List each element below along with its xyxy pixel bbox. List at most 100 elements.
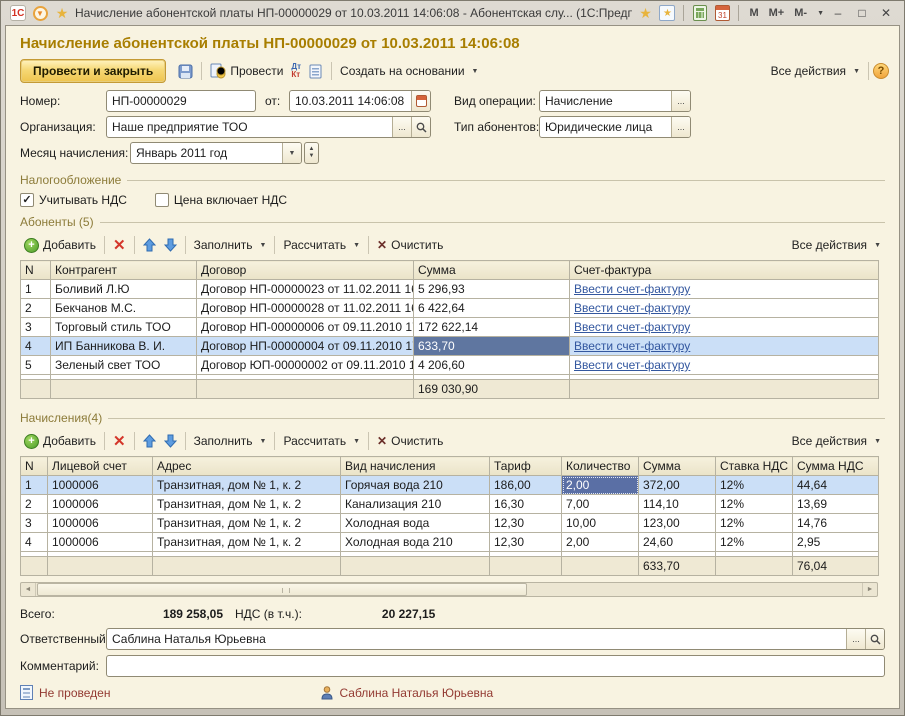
cell-tariff[interactable]: 186,00	[490, 476, 562, 495]
cell-contractor[interactable]: ИП Банникова В. И.	[51, 337, 197, 356]
add-row-button[interactable]: +Добавить	[20, 236, 100, 255]
abonent-type-select-button[interactable]: ...	[671, 117, 690, 137]
add-favorite-icon[interactable]: ★	[636, 4, 654, 22]
spin-up-icon[interactable]: ▲	[309, 146, 315, 153]
delete-row-button[interactable]: ✕	[109, 432, 130, 451]
cell-n[interactable]: 3	[21, 318, 51, 337]
delete-row-button[interactable]: ✕	[109, 236, 130, 255]
maximize-button[interactable]: □	[852, 6, 872, 20]
cell-contractor[interactable]: Боливий Л.Ю	[51, 280, 197, 299]
cell-vat-sum[interactable]: 2,95	[793, 533, 879, 552]
cell-tariff[interactable]: 12,30	[490, 514, 562, 533]
cell-qty[interactable]: 2,00	[562, 533, 639, 552]
checkbox-icon[interactable]	[155, 193, 169, 207]
responsible-search-button[interactable]	[865, 629, 884, 649]
document-register-button[interactable]	[305, 62, 327, 81]
save-button[interactable]	[174, 62, 197, 81]
all-actions-button[interactable]: Все действия▼	[767, 62, 864, 80]
column-header[interactable]: Вид начисления	[341, 457, 490, 476]
cell-type[interactable]: Канализация 210	[341, 495, 490, 514]
column-header[interactable]: Ставка НДС	[716, 457, 793, 476]
scroll-right-icon[interactable]: ►	[862, 583, 877, 596]
cell-invoice[interactable]: Ввести счет-фактуру	[570, 299, 879, 318]
cell-vat-sum[interactable]: 14,76	[793, 514, 879, 533]
move-down-button[interactable]	[160, 432, 181, 450]
horizontal-scrollbar[interactable]: ◄ ►	[20, 582, 878, 597]
cell-sum[interactable]: 172 622,14	[414, 318, 570, 337]
post-button[interactable]: Провести	[206, 61, 287, 81]
cell-qty-selected[interactable]: 2,00	[562, 476, 639, 495]
cell-tariff[interactable]: 12,30	[490, 533, 562, 552]
cell-account[interactable]: 1000006	[48, 495, 153, 514]
cell-sum[interactable]: 24,60	[639, 533, 716, 552]
vat-checkbox[interactable]: Учитывать НДС	[20, 193, 127, 207]
cell-address[interactable]: Транзитная, дом № 1, к. 2	[153, 514, 341, 533]
date-picker-button[interactable]	[411, 91, 430, 111]
invoice-link[interactable]: Ввести счет-фактуру	[574, 301, 690, 315]
column-header[interactable]: Сумма	[639, 457, 716, 476]
column-header[interactable]: N	[21, 261, 51, 280]
clear-button[interactable]: ✕Очистить	[373, 432, 447, 450]
column-header[interactable]: Тариф	[490, 457, 562, 476]
accruals-all-actions-button[interactable]: Все действия▼	[788, 432, 885, 450]
move-up-button[interactable]	[139, 236, 160, 254]
favorites-star-icon[interactable]: ★	[53, 4, 71, 22]
cell-n[interactable]: 1	[21, 476, 48, 495]
calendar-icon[interactable]: 31	[713, 4, 731, 22]
abonents-all-actions-button[interactable]: Все действия▼	[788, 236, 885, 254]
cell-n[interactable]: 1	[21, 280, 51, 299]
cell-contract[interactable]: Договор ЮП-00000002 от 09.11.2010 1...	[197, 356, 414, 375]
cell-address[interactable]: Транзитная, дом № 1, к. 2	[153, 533, 341, 552]
month-spinner[interactable]: ▲▼	[304, 142, 319, 164]
cell-contract[interactable]: Договор НП-00000004 от 09.11.2010 17...	[197, 337, 414, 356]
scroll-left-icon[interactable]: ◄	[21, 583, 36, 596]
month-field[interactable]: Январь 2011 год ▼	[130, 142, 302, 164]
cell-account[interactable]: 1000006	[48, 514, 153, 533]
close-button[interactable]: ✕	[876, 6, 896, 20]
organization-field[interactable]: Наше предприятие ТОО ...	[106, 116, 431, 138]
invoice-link[interactable]: Ввести счет-фактуру	[574, 282, 690, 296]
column-header[interactable]: Адрес	[153, 457, 341, 476]
organization-search-button[interactable]	[411, 117, 430, 137]
cell-invoice[interactable]: Ввести счет-фактуру	[570, 280, 879, 299]
cell-vat-rate[interactable]: 12%	[716, 495, 793, 514]
cell-sum-selected[interactable]: 633,70	[414, 337, 570, 356]
add-row-button[interactable]: +Добавить	[20, 432, 100, 451]
price-includes-vat-checkbox[interactable]: Цена включает НДС	[155, 193, 287, 207]
cell-account[interactable]: 1000006	[48, 533, 153, 552]
scrollbar-thumb[interactable]	[37, 583, 527, 596]
cell-type[interactable]: Холодная вода 210	[341, 533, 490, 552]
column-header[interactable]: Лицевой счет	[48, 457, 153, 476]
cell-n[interactable]: 3	[21, 514, 48, 533]
cell-address[interactable]: Транзитная, дом № 1, к. 2	[153, 495, 341, 514]
calculate-button[interactable]: Рассчитать▼	[279, 236, 364, 254]
main-menu-button[interactable]: ▼	[31, 4, 49, 22]
cell-invoice[interactable]: Ввести счет-фактуру	[570, 356, 879, 375]
minimize-button[interactable]: –	[828, 6, 848, 20]
cell-qty[interactable]: 10,00	[562, 514, 639, 533]
cell-vat-rate[interactable]: 12%	[716, 514, 793, 533]
post-and-close-button[interactable]: Провести и закрыть	[20, 59, 166, 83]
cell-invoice[interactable]: Ввести счет-фактуру	[570, 337, 879, 356]
open-favorites-icon[interactable]: ★	[658, 4, 676, 22]
cell-contract[interactable]: Договор НП-00000023 от 11.02.2011 16...	[197, 280, 414, 299]
cell-n[interactable]: 2	[21, 495, 48, 514]
cell-contract[interactable]: Договор НП-00000006 от 09.11.2010 17...	[197, 318, 414, 337]
organization-select-button[interactable]: ...	[392, 117, 411, 137]
column-header[interactable]: Контрагент	[51, 261, 197, 280]
responsible-field[interactable]: Саблина Наталья Юрьевна ...	[106, 628, 885, 650]
cell-sum[interactable]: 6 422,64	[414, 299, 570, 318]
abonent-type-field[interactable]: Юридические лица ...	[539, 116, 691, 138]
cell-n[interactable]: 5	[21, 356, 51, 375]
cell-address[interactable]: Транзитная, дом № 1, к. 2	[153, 476, 341, 495]
move-down-button[interactable]	[160, 236, 181, 254]
cell-sum[interactable]: 114,10	[639, 495, 716, 514]
cell-account[interactable]: 1000006	[48, 476, 153, 495]
calculate-button[interactable]: Рассчитать▼	[279, 432, 364, 450]
cell-invoice[interactable]: Ввести счет-фактуру	[570, 318, 879, 337]
cell-vat-sum[interactable]: 44,64	[793, 476, 879, 495]
column-header[interactable]: Договор	[197, 261, 414, 280]
operation-select-button[interactable]: ...	[671, 91, 690, 111]
move-up-button[interactable]	[139, 432, 160, 450]
help-button[interactable]: ?	[873, 63, 889, 79]
